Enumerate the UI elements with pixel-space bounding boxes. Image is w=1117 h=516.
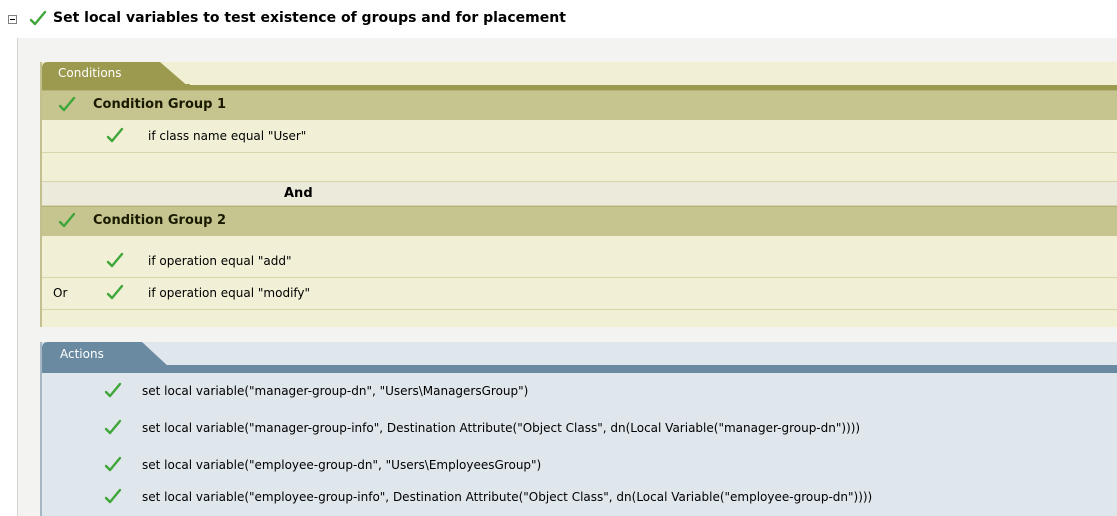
action-text: set local variable("employee-group-dn", … xyxy=(142,458,542,472)
rule-title[interactable]: Set local variables to test existence of… xyxy=(53,10,566,26)
action-item[interactable]: set local variable("manager-group-info",… xyxy=(42,410,1117,447)
action-text: set local variable("manager-group-info",… xyxy=(142,421,861,435)
condition-text: if class name equal "User" xyxy=(148,129,307,143)
checkmark-icon xyxy=(104,488,122,506)
checkmark-icon xyxy=(106,252,124,270)
action-item[interactable]: set local variable("employee-group-info"… xyxy=(42,479,1117,516)
condition-text: if operation equal "modify" xyxy=(148,286,311,300)
conditions-tab-label: Conditions xyxy=(58,66,122,80)
condition-item[interactable]: if class name equal "User" xyxy=(42,121,1117,153)
checkmark-icon xyxy=(58,96,76,114)
checkmark-icon xyxy=(58,212,76,230)
condition-group-label: Condition Group 1 xyxy=(93,97,227,112)
checkmark-icon xyxy=(104,382,122,400)
condition-text: if operation equal "add" xyxy=(148,254,292,268)
checkmark-icon xyxy=(106,127,124,145)
checkmark-icon xyxy=(104,419,122,437)
checkmark-icon xyxy=(29,10,47,28)
action-text: set local variable("employee-group-info"… xyxy=(142,490,873,504)
condition-or-label: Or xyxy=(53,286,68,300)
checkmark-icon xyxy=(106,284,124,302)
condition-group-1[interactable]: Condition Group 1 xyxy=(42,90,1117,120)
actions-tab-label: Actions xyxy=(60,347,104,361)
condition-item[interactable]: Or if operation equal "modify" xyxy=(42,278,1117,310)
collapse-minus-icon[interactable] xyxy=(8,15,17,24)
condition-group-2[interactable]: Condition Group 2 xyxy=(42,206,1117,236)
condition-group-label: Condition Group 2 xyxy=(93,213,227,228)
action-item[interactable]: set local variable("manager-group-dn", "… xyxy=(42,373,1117,410)
actions-band xyxy=(42,365,1117,373)
checkmark-icon xyxy=(104,456,122,474)
rule-header[interactable]: Set local variables to test existence of… xyxy=(0,0,1117,38)
condition-joiner-label: And xyxy=(284,186,313,201)
condition-item[interactable]: if operation equal "add" xyxy=(42,246,1117,278)
condition-joiner: And xyxy=(42,181,1117,206)
action-text: set local variable("manager-group-dn", "… xyxy=(142,384,529,398)
